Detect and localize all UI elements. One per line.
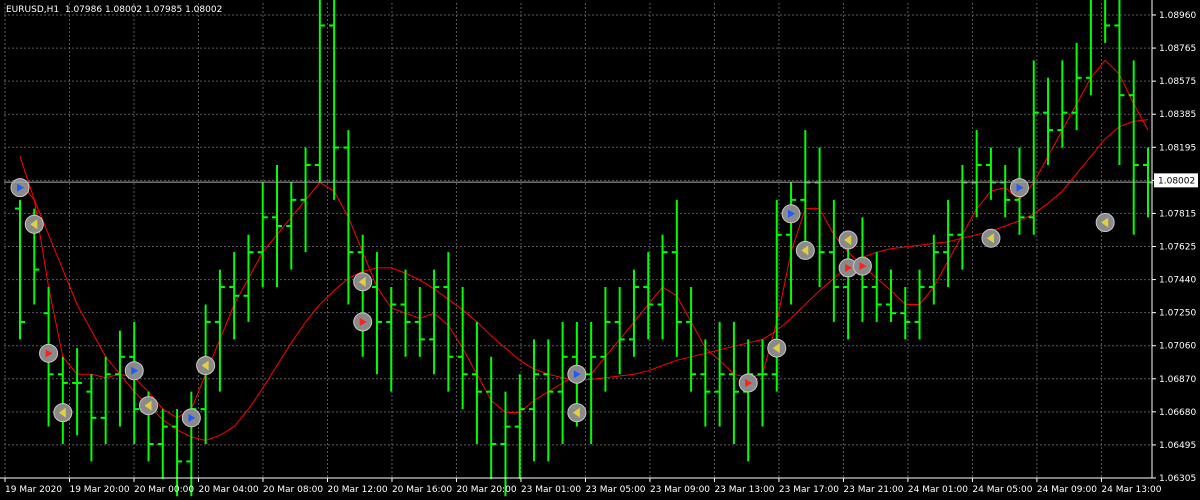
signal-close-icon (196, 356, 216, 376)
current-price-text: 1.08002 (1158, 176, 1195, 186)
signal-sell-icon (353, 312, 373, 332)
y-axis-labels: 1.08960 1.08765 1.08575 1.08385 1.08195 1.080… (1152, 11, 1198, 484)
x-tick-label: 20 Mar 08:00 (263, 485, 323, 495)
x-tick-label: 23 Mar 05:00 (585, 485, 645, 495)
signal-buy-icon (781, 204, 801, 224)
signal-buy-icon (10, 178, 30, 198)
x-tick-label: 23 Mar 21:00 (843, 485, 903, 495)
signal-close-icon (767, 338, 787, 358)
x-tick-label: 20 Mar 12:00 (327, 485, 387, 495)
y-tick-label: 1.07250 (1159, 309, 1196, 319)
signal-buy-icon (124, 361, 144, 381)
signal-close-icon (795, 240, 815, 260)
x-tick-label: 19 Mar 2020 (5, 485, 62, 495)
x-tick-label: 24 Mar 01:00 (908, 485, 968, 495)
signal-close-icon (981, 228, 1001, 248)
y-tick-label: 1.07625 (1159, 243, 1196, 253)
x-tick-label: 19 Mar 20:00 (69, 485, 129, 495)
signal-sell-icon (39, 343, 59, 363)
signal-close-icon (838, 230, 858, 250)
y-tick-label: 1.08960 (1159, 11, 1196, 21)
x-tick-label: 24 Mar 09:00 (1037, 485, 1097, 495)
x-tick-label: 20 Mar 20:00 (456, 485, 516, 495)
x-tick-label: 23 Mar 17:00 (779, 485, 839, 495)
signal-close-icon (567, 403, 587, 423)
x-tick-label: 20 Mar 00:00 (134, 485, 194, 495)
signal-sell-icon (738, 373, 758, 393)
y-tick-label: 1.08575 (1159, 77, 1196, 87)
x-tick-label: 20 Mar 04:00 (198, 485, 258, 495)
x-tick-label: 23 Mar 13:00 (714, 485, 774, 495)
y-tick-label: 1.06305 (1159, 474, 1196, 484)
signal-close-icon (1095, 213, 1115, 233)
y-tick-label: 1.06495 (1159, 441, 1196, 451)
y-tick-label: 1.08385 (1159, 110, 1196, 120)
y-tick-label: 1.07060 (1159, 342, 1196, 352)
chart-header: EURUSD,H1 1.07986 1.08002 1.07985 1.0800… (6, 5, 222, 15)
y-tick-label: 1.06870 (1159, 375, 1196, 385)
y-tick-label: 1.07440 (1159, 276, 1196, 286)
current-price-label: 1.08002 (1154, 173, 1198, 188)
price-chart[interactable]: 1.08960 1.08765 1.08575 1.08385 1.08195 1.080… (0, 0, 1200, 500)
y-tick-label: 1.08765 (1159, 44, 1196, 54)
x-tick-label: 20 Mar 16:00 (392, 485, 452, 495)
signal-close-icon (353, 272, 373, 292)
signal-close-icon (24, 214, 44, 234)
signal-buy-icon (1009, 178, 1029, 198)
x-tick-label: 23 Mar 09:00 (650, 485, 710, 495)
x-tick-label: 24 Mar 13:00 (1101, 485, 1161, 495)
x-tick-label: 23 Mar 01:00 (521, 485, 581, 495)
signal-buy-icon (181, 408, 201, 428)
y-tick-label: 1.08195 (1159, 143, 1196, 153)
signal-close-icon (53, 403, 73, 423)
chart-background (0, 0, 1200, 500)
signal-close-icon (139, 396, 159, 416)
signal-buy-icon (567, 364, 587, 384)
ohlc-label: 1.07986 1.08002 1.07985 1.08002 (64, 5, 223, 15)
signal-sell-icon (852, 256, 872, 276)
symbol-label: EURUSD,H1 (6, 5, 60, 15)
x-tick-label: 24 Mar 05:00 (972, 485, 1032, 495)
y-tick-label: 1.07815 (1159, 209, 1196, 219)
y-tick-label: 1.06680 (1159, 408, 1196, 418)
